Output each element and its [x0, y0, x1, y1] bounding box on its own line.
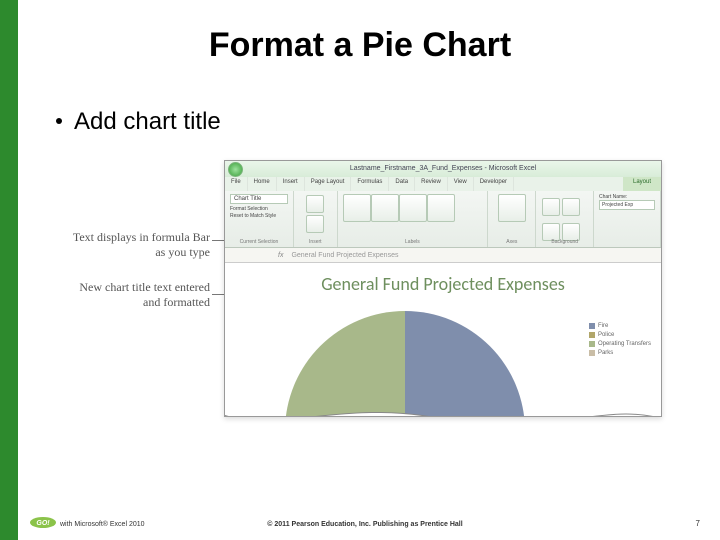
tab-review[interactable]: Review	[415, 177, 448, 191]
tab-home[interactable]: Home	[248, 177, 277, 191]
ribbon-group-labels: Labels	[338, 191, 489, 247]
bullet-dot	[56, 118, 62, 124]
axis-titles-button[interactable]	[371, 194, 399, 222]
formula-bar-text[interactable]: General Fund Projected Expenses	[287, 252, 398, 259]
axes-button[interactable]	[498, 194, 526, 222]
tab-developer[interactable]: Developer	[474, 177, 514, 191]
chart-name-field[interactable]: Projected Exp	[599, 200, 655, 210]
excel-window-title: Lastname_Firstname_3A_Fund_Expenses - Mi…	[350, 165, 536, 172]
pie-chart[interactable]	[285, 311, 525, 417]
excel-ribbon-tabs: File Home Insert Page Layout Formulas Da…	[225, 177, 661, 191]
legend-swatch-2	[589, 332, 595, 338]
ribbon-group-insert: Insert	[294, 191, 338, 247]
illustration: Text displays in formula Bar as you type…	[74, 160, 662, 420]
group-label-labels: Labels	[338, 239, 488, 245]
tab-pagelayout[interactable]: Page Layout	[305, 177, 352, 191]
legend-swatch-1	[589, 323, 595, 329]
data-labels-button[interactable]	[427, 194, 455, 222]
insert-shapes-icon[interactable]	[306, 215, 324, 233]
chart-title[interactable]: General Fund Projected Expenses	[225, 273, 661, 295]
slide-title: Format a Pie Chart	[0, 26, 720, 65]
tab-formulas[interactable]: Formulas	[351, 177, 389, 191]
legend-item-4: Parks	[589, 350, 651, 356]
legend-item-1: Fire	[589, 323, 651, 329]
chart-element-selector[interactable]: Chart Title	[230, 194, 288, 204]
group-label-background: Background	[536, 239, 593, 245]
slide-accent-bar	[0, 0, 18, 540]
tab-insert[interactable]: Insert	[277, 177, 305, 191]
tab-context-layout[interactable]: Layout	[623, 177, 661, 191]
format-selection-button[interactable]: Format Selection	[230, 206, 268, 212]
group-label-insert: Insert	[294, 239, 337, 245]
chart-wall-icon[interactable]	[562, 198, 580, 216]
tab-data[interactable]: Data	[389, 177, 415, 191]
excel-screenshot: Lastname_Firstname_3A_Fund_Expenses - Mi…	[224, 160, 662, 417]
chart-sheet: General Fund Projected Expenses Fire Pol…	[225, 263, 661, 417]
ribbon-group-current-selection: Chart Title Format Selection Reset to Ma…	[225, 191, 294, 247]
legend-label-3: Operating Transfers	[598, 341, 651, 347]
legend-label-4: Parks	[598, 350, 613, 356]
excel-title-bar: Lastname_Firstname_3A_Fund_Expenses - Mi…	[225, 161, 661, 177]
group-label-axes: Axes	[488, 239, 535, 245]
legend-swatch-3	[589, 341, 595, 347]
ribbon-group-background: Background	[536, 191, 594, 247]
reset-style-button[interactable]: Reset to Match Style	[230, 213, 276, 219]
callout-chart-title: New chart title text entered and formatt…	[70, 280, 210, 310]
bullet-item: Add chart title	[56, 108, 221, 136]
legend-label-1: Fire	[598, 323, 608, 329]
insert-picture-icon[interactable]	[306, 195, 324, 213]
group-label-current: Current Selection	[225, 239, 293, 245]
legend-swatch-4	[589, 350, 595, 356]
chart-title-button[interactable]	[343, 194, 371, 222]
legend-button[interactable]	[399, 194, 427, 222]
ribbon-group-properties: Chart Name: Projected Exp	[594, 191, 661, 247]
formula-bar: fx General Fund Projected Expenses	[225, 248, 661, 263]
tab-file[interactable]: File	[225, 177, 248, 191]
ribbon-group-axes: Axes	[488, 191, 536, 247]
bullet-text: Add chart title	[74, 108, 221, 135]
footer-center: © 2011 Pearson Education, Inc. Publishin…	[30, 521, 700, 528]
callout-formula-bar: Text displays in formula Bar as you type	[70, 230, 210, 260]
plot-area-icon[interactable]	[542, 198, 560, 216]
fx-icon[interactable]: fx	[274, 252, 287, 259]
legend-item-2: Police	[589, 332, 651, 338]
excel-ribbon: Chart Title Format Selection Reset to Ma…	[225, 191, 661, 248]
legend-item-3: Operating Transfers	[589, 341, 651, 347]
legend-label-2: Police	[598, 332, 614, 338]
chart-legend: Fire Police Operating Transfers Parks	[589, 323, 651, 359]
office-button-icon	[228, 162, 243, 177]
tab-view[interactable]: View	[448, 177, 474, 191]
slide-footer: GO! with Microsoft® Excel 2010 © 2011 Pe…	[30, 517, 700, 528]
